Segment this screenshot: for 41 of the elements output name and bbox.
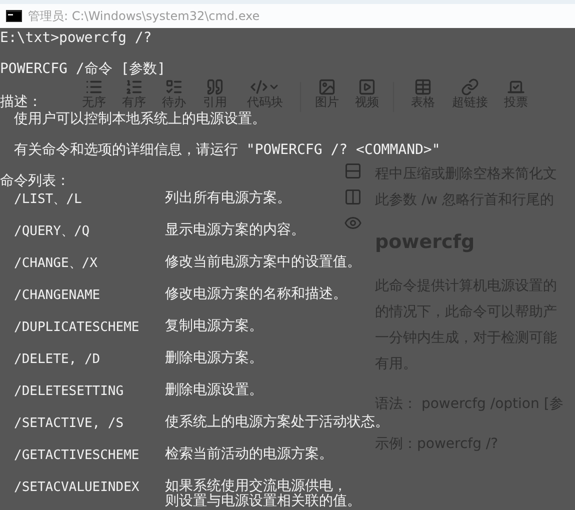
command-name: /DELETE, /D: [14, 351, 100, 368]
command-name: /DUPLICATESCHEME: [14, 319, 140, 336]
command-description: 显示电源方案的内容。: [165, 223, 305, 240]
command-description: 复制电源方案。: [165, 319, 263, 336]
window-title: 管理员: C:\Windows\system32\cmd.exe: [28, 8, 260, 24]
link-icon[interactable]: [461, 78, 479, 96]
command-description: 检索当前活动的电源方案。: [165, 447, 333, 464]
command-description: 使系统上的电源方案处于活动状态。: [165, 415, 389, 432]
command-description: 列出所有电源方案。: [165, 191, 291, 208]
terminal-icon: [6, 10, 22, 22]
rows-icon[interactable]: [344, 162, 362, 180]
command-description: 删除电源方案。: [165, 351, 263, 368]
command-description: 修改电源方案的名称和描述。: [165, 287, 347, 304]
command-description: 删除电源设置。: [165, 383, 263, 400]
command-name: /QUERY、/Q: [14, 223, 90, 240]
console-usage: POWERCFG /命令 [参数]: [0, 61, 166, 78]
console-prompt: E:\txt>powercfg /?: [0, 30, 152, 47]
console-label: 描述：: [0, 94, 42, 111]
console-text: 使用户可以控制本地系统上的电源设置。: [14, 111, 266, 128]
command-name: /SETACVALUEINDEX: [14, 479, 140, 497]
image-icon[interactable]: [318, 78, 336, 96]
code-dropdown-icon[interactable]: [250, 78, 280, 96]
columns-icon[interactable]: [344, 188, 362, 206]
command-name: /CHANGENAME: [14, 287, 100, 304]
list-icon[interactable]: [85, 78, 103, 96]
command-name: /SETACTIVE, /S: [14, 415, 124, 432]
command-name: /CHANGE、/X: [14, 255, 98, 272]
command-description: 如果系统使用交流电源供电， 则设置与电源设置相关联的值。: [165, 479, 361, 509]
ballot-icon[interactable]: [507, 78, 525, 96]
numbered-list-icon[interactable]: [125, 78, 143, 96]
command-name: /GETACTIVESCHEME: [14, 447, 140, 464]
command-name: /LIST、/L: [14, 191, 82, 208]
quote-icon[interactable]: [206, 78, 224, 96]
console-label: 命令列表：: [0, 173, 70, 190]
checklist-icon[interactable]: [165, 78, 183, 96]
command-name: /DELETESETTING: [14, 383, 124, 400]
table-icon[interactable]: [414, 78, 432, 96]
command-description: 修改当前电源方案中的设置值。: [165, 255, 361, 272]
console-text: 有关命令和选项的详细信息，请运行 "POWERCFG /? <COMMAND>": [14, 142, 440, 159]
eye-icon[interactable]: [344, 214, 362, 232]
video-icon[interactable]: [358, 78, 376, 96]
